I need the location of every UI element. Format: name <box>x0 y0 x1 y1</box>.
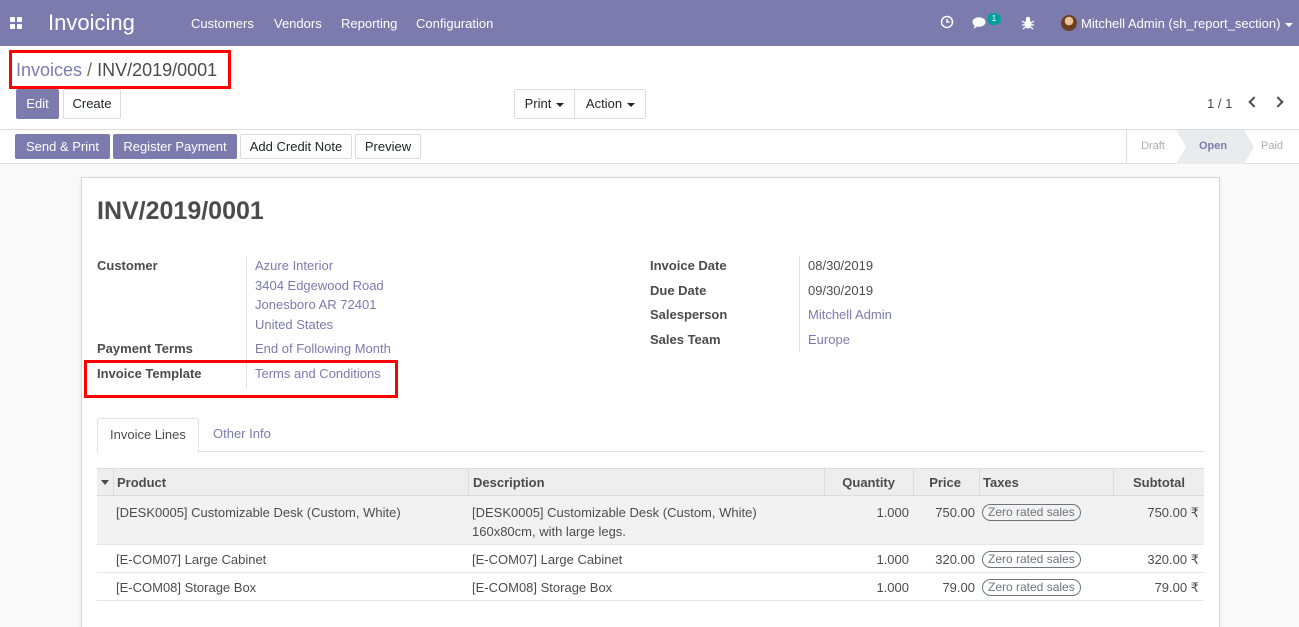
avatar[interactable] <box>1061 15 1077 31</box>
price-cell[interactable]: 750.00 <box>913 503 975 522</box>
header-price[interactable]: Price <box>913 469 961 497</box>
caret-down-icon[interactable] <box>101 480 109 485</box>
tab-other-info[interactable]: Other Info <box>201 418 283 452</box>
quantity-cell[interactable]: 1.000 <box>824 578 909 597</box>
description-cell[interactable]: [E-COM08] Storage Box <box>472 578 612 597</box>
tax-badge: Zero rated sales <box>982 504 1081 521</box>
price-cell[interactable]: 79.00 <box>913 578 975 597</box>
invoice-date-value: 08/30/2019 <box>808 258 874 273</box>
customer-name[interactable]: Azure Interior <box>255 258 333 273</box>
notebook-tabs: Invoice Lines Other Info <box>97 418 1204 453</box>
chat-badge: 1 <box>987 13 1001 25</box>
menu-configuration[interactable]: Configuration <box>416 16 493 31</box>
product-cell[interactable]: [E-COM07] Large Cabinet <box>116 550 266 569</box>
invoice-date-label: Invoice Date <box>650 258 727 273</box>
edit-button[interactable]: Edit <box>16 89 59 119</box>
menu-customers[interactable]: Customers <box>191 16 254 31</box>
send-print-button[interactable]: Send & Print <box>15 134 110 159</box>
header-taxes[interactable]: Taxes <box>983 469 1019 497</box>
payment-terms-label: Payment Terms <box>97 341 193 356</box>
highlight-box-invoice-template <box>84 360 398 398</box>
pager-value[interactable]: 1 / 1 <box>1207 96 1232 111</box>
tax-badge: Zero rated sales <box>982 579 1081 596</box>
highlight-box-breadcrumb <box>9 50 231 89</box>
app-title[interactable]: Invoicing <box>48 10 135 36</box>
chevron-down-icon <box>1285 22 1294 27</box>
price-cell[interactable]: 320.00 <box>913 550 975 569</box>
chevron-right-icon[interactable] <box>1272 96 1284 108</box>
menu-reporting[interactable]: Reporting <box>341 16 397 31</box>
user-menu[interactable]: Mitchell Admin (sh_report_section) <box>1081 16 1294 31</box>
stage-open[interactable]: Open <box>1184 130 1242 164</box>
tax-badge: Zero rated sales <box>982 551 1081 568</box>
payment-terms-value[interactable]: End of Following Month <box>255 341 391 356</box>
customer-city[interactable]: Jonesboro AR 72401 <box>255 297 376 312</box>
salesperson-label: Salesperson <box>650 307 728 322</box>
action-button[interactable]: Action <box>575 89 646 119</box>
stage-draft[interactable]: Draft <box>1127 130 1179 164</box>
subtotal-cell: 750.00 ₹ <box>1147 505 1199 520</box>
status-bar: Send & Print Register Payment Add Credit… <box>0 130 1299 164</box>
column-divider <box>113 469 114 497</box>
field-divider <box>799 256 800 352</box>
apps-icon[interactable] <box>10 17 23 29</box>
print-label: Print <box>524 96 552 111</box>
header-product[interactable]: Product <box>117 469 166 497</box>
chat-icon[interactable] <box>972 16 988 30</box>
header-subtotal[interactable]: Subtotal <box>1113 469 1185 497</box>
top-navbar: Invoicing Customers Vendors Reporting Co… <box>0 0 1299 46</box>
product-cell[interactable]: [E-COM08] Storage Box <box>116 578 256 597</box>
sales-team-label: Sales Team <box>650 332 721 347</box>
subtotal-cell: 320.00 ₹ <box>1147 552 1199 567</box>
product-cell[interactable]: [DESK0005] Customizable Desk (Custom, Wh… <box>116 503 401 522</box>
quantity-cell[interactable]: 1.000 <box>824 550 909 569</box>
due-date-label: Due Date <box>650 283 707 298</box>
form-sheet: INV/2019/0001 Customer Azure Interior 34… <box>81 177 1220 627</box>
header-description[interactable]: Description <box>473 469 545 497</box>
action-label: Action <box>585 96 623 111</box>
table-row[interactable]: [DESK0005] Customizable Desk (Custom, Wh… <box>97 496 1204 545</box>
customer-label: Customer <box>97 258 158 273</box>
column-divider <box>468 469 469 497</box>
print-button[interactable]: Print <box>514 89 575 119</box>
preview-button[interactable]: Preview <box>355 134 421 159</box>
table-row[interactable]: [E-COM07] Large Cabinet [E-COM07] Large … <box>97 545 1204 573</box>
add-credit-note-button[interactable]: Add Credit Note <box>240 134 352 159</box>
quantity-cell[interactable]: 1.000 <box>824 503 909 522</box>
description-cell[interactable]: [E-COM07] Large Cabinet <box>472 550 622 569</box>
chevron-left-icon[interactable] <box>1248 96 1260 108</box>
subtotal-cell: 79.00 ₹ <box>1154 580 1199 595</box>
customer-street[interactable]: 3404 Edgewood Road <box>255 278 384 293</box>
header-quantity[interactable]: Quantity <box>824 469 895 497</box>
table-row[interactable]: [E-COM08] Storage Box [E-COM08] Storage … <box>97 573 1204 601</box>
menu-vendors[interactable]: Vendors <box>274 16 322 31</box>
register-payment-button[interactable]: Register Payment <box>113 134 237 159</box>
clock-icon[interactable] <box>940 15 954 29</box>
sales-team-value[interactable]: Europe <box>808 332 850 347</box>
bug-icon[interactable] <box>1021 15 1035 30</box>
salesperson-value[interactable]: Mitchell Admin <box>808 307 892 322</box>
tab-invoice-lines[interactable]: Invoice Lines <box>97 418 199 453</box>
stage-paid[interactable]: Paid <box>1252 130 1292 164</box>
column-divider <box>979 469 980 497</box>
user-name: Mitchell Admin (sh_report_section) <box>1081 16 1281 31</box>
customer-country[interactable]: United States <box>255 317 333 332</box>
description-cell[interactable]: [DESK0005] Customizable Desk (Custom, Wh… <box>472 503 757 522</box>
due-date-value: 09/30/2019 <box>808 283 874 298</box>
chevron-down-icon <box>627 102 636 107</box>
table-header: Product Description Quantity Price Taxes… <box>97 468 1204 497</box>
description-cell-line2[interactable]: 160x80cm, with large legs. <box>472 522 626 541</box>
invoice-title: INV/2019/0001 <box>97 197 264 225</box>
create-button[interactable]: Create <box>63 89 121 119</box>
chevron-down-icon <box>556 102 565 107</box>
